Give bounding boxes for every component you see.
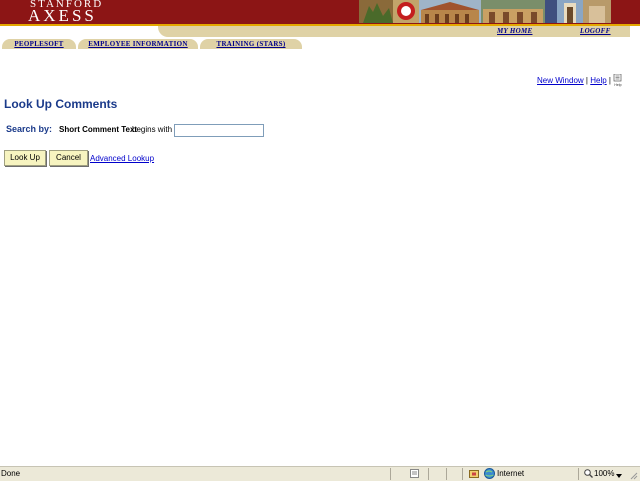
logoff-link[interactable]: LOGOFF (580, 27, 611, 35)
status-divider (428, 468, 429, 480)
status-divider (390, 468, 391, 480)
link-separator: | (608, 76, 611, 85)
search-field-label: Short Comment Text (59, 125, 138, 134)
status-divider (446, 468, 447, 480)
help-link[interactable]: Help (590, 76, 606, 85)
search-operator-label: begins with (132, 125, 173, 134)
help-icon-text: Help (614, 83, 621, 87)
status-bar: Done Internet 100% (0, 466, 640, 481)
search-input[interactable] (174, 124, 264, 137)
cancel-button[interactable]: Cancel (49, 150, 88, 166)
page-title: Look Up Comments (4, 97, 118, 111)
status-divider (462, 468, 463, 480)
status-text: Done (1, 469, 21, 478)
logo-axess: AXESS (28, 6, 97, 25)
chevron-down-icon[interactable] (616, 471, 622, 480)
campus-photo-strip (359, 0, 611, 23)
tab-employee-information[interactable]: EMPLOYEE INFORMATION (78, 39, 198, 49)
zoom-icon[interactable] (584, 469, 593, 480)
search-by-label: Search by: (6, 124, 53, 134)
tab-training-stars[interactable]: TRAINING (STARS) (200, 39, 302, 49)
banner: STANFORD AXESS (0, 0, 640, 24)
utility-bar (158, 26, 630, 37)
link-separator: | (585, 76, 588, 85)
look-up-button[interactable]: Look Up (4, 150, 46, 166)
my-home-link[interactable]: MY HOME (497, 27, 532, 35)
tab-peoplesoft[interactable]: PEOPLESOFT (2, 39, 76, 49)
zone-text: Internet (497, 469, 525, 478)
resize-grip-icon[interactable] (629, 471, 638, 482)
zoom-level[interactable]: 100% (594, 469, 614, 478)
security-icon (469, 469, 479, 480)
globe-icon (484, 468, 495, 481)
advanced-lookup-link[interactable]: Advanced Lookup (90, 154, 154, 163)
page-icon (410, 469, 419, 480)
help-icon[interactable]: Help (613, 73, 623, 87)
new-window-link[interactable]: New Window (537, 76, 584, 85)
status-divider (578, 468, 579, 480)
page-links: New Window | Help | (537, 76, 611, 85)
